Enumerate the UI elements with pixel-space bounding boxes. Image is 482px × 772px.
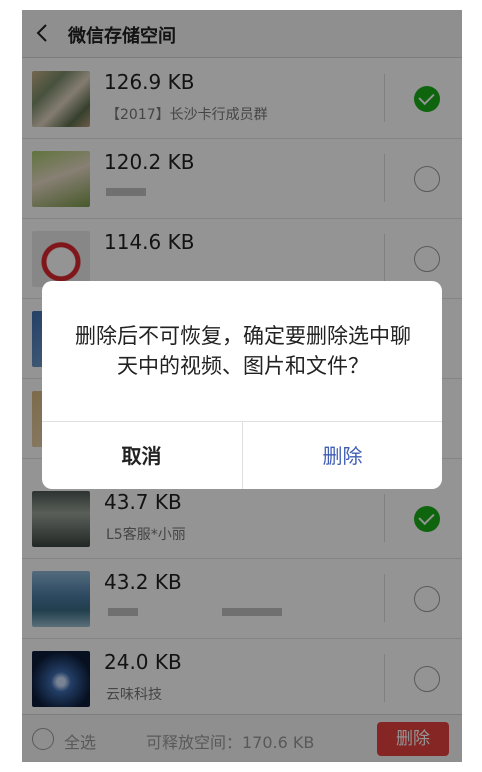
confirm-delete-button[interactable]: 删除 [242,422,442,489]
confirm-dialog: 删除后不可恢复，确定要删除选中聊天中的视频、图片和文件？ 取消 删除 [42,281,442,489]
phone-screen: 微信存储空间 126.9 KB 【2017】长沙卡行成员群 120.2 KB 1… [22,10,462,762]
dialog-button-bar: 取消 删除 [42,421,442,489]
cancel-button[interactable]: 取消 [42,422,241,489]
dialog-message: 删除后不可恢复，确定要删除选中聊天中的视频、图片和文件？ [75,324,411,378]
